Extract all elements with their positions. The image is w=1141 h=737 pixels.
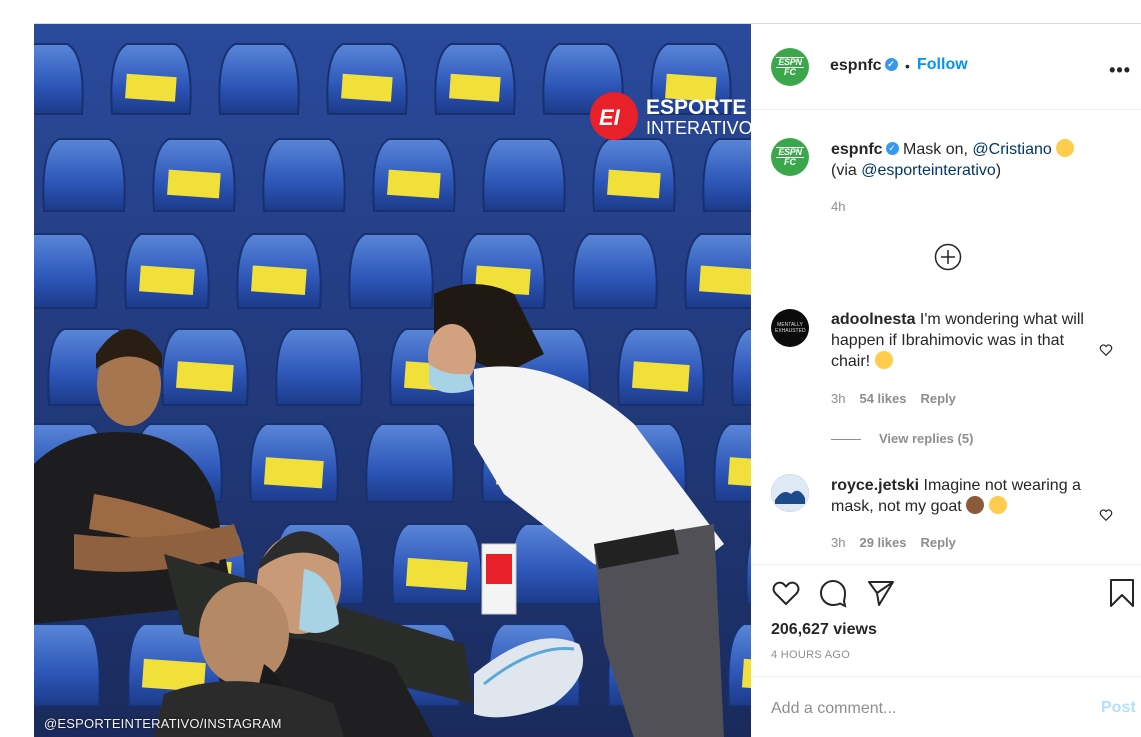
- commenter-avatar[interactable]: MENTALLY EXHAUSTED: [771, 309, 809, 347]
- verified-icon: ✓: [885, 142, 899, 156]
- person-emoji-icon: [966, 496, 985, 514]
- stadium-photo: EI ESPORTE INTERATIVO: [34, 24, 751, 737]
- author-username[interactable]: espnfc ✓: [830, 57, 898, 75]
- comments-section: ESPN FC espnfc ✓ Mask on, @Cristiano (via…: [751, 111, 1141, 563]
- comment-text: royce.jetski Imagine not wearing a mask,…: [831, 475, 1091, 517]
- comment-username[interactable]: adoolnesta: [831, 311, 915, 328]
- svg-text:EI: EI: [599, 105, 621, 130]
- post-comment-button[interactable]: Post: [1101, 699, 1136, 717]
- like-comment-heart-icon[interactable]: [1099, 343, 1113, 357]
- instagram-post-view: EI ESPORTE INTERATIVO @ESPORTEINTERATIVO…: [0, 0, 1141, 737]
- post-timestamp[interactable]: 4 HOURS AGO: [771, 649, 850, 661]
- reply-button[interactable]: Reply: [920, 391, 955, 406]
- post-media[interactable]: EI ESPORTE INTERATIVO @ESPORTEINTERATIVO…: [34, 23, 751, 737]
- post-header: ESPN FC espnfc ✓ • Follow •••: [751, 24, 1141, 110]
- svg-text:ESPORTE: ESPORTE: [646, 96, 746, 119]
- post-details-panel: ESPN FC espnfc ✓ • Follow ••• ESPN FC esp…: [751, 23, 1141, 737]
- add-comment-bar: Post: [751, 676, 1141, 737]
- comment-meta: 3h 54 likes Reply: [831, 391, 956, 406]
- comment-icon[interactable]: [818, 578, 848, 608]
- caption-body: Mask on,: [903, 141, 973, 158]
- post-actions: 206,627 views 4 HOURS AGO: [751, 564, 1141, 676]
- heart-icon[interactable]: [771, 578, 801, 608]
- like-comment-heart-icon[interactable]: [1099, 508, 1113, 522]
- follow-button[interactable]: Follow: [917, 56, 968, 74]
- mention-link-2[interactable]: @esporteinterativo: [861, 162, 996, 179]
- mention-link[interactable]: @Cristiano: [972, 141, 1051, 158]
- thinking-face-emoji-icon: [874, 351, 893, 369]
- comment-time[interactable]: 3h: [831, 391, 845, 406]
- comment-likes[interactable]: 54 likes: [859, 391, 906, 406]
- author-avatar[interactable]: ESPN FC: [771, 48, 809, 86]
- caption-time[interactable]: 4h: [831, 199, 845, 214]
- comment-likes[interactable]: 29 likes: [859, 535, 906, 550]
- avatar-text-bottom: FC: [784, 67, 796, 77]
- reply-button[interactable]: Reply: [920, 535, 955, 550]
- svg-text:INTERATIVO: INTERATIVO: [646, 118, 751, 138]
- commenter-avatar[interactable]: [771, 474, 809, 512]
- add-circle-icon[interactable]: [934, 243, 962, 271]
- more-icon[interactable]: •••: [1109, 60, 1131, 81]
- masked-face-emoji-icon: [988, 496, 1007, 514]
- esporte-interativo-logo: EI ESPORTE INTERATIVO: [590, 92, 751, 140]
- replies-divider: [831, 439, 861, 441]
- caption-close: ): [995, 162, 1002, 179]
- media-watermark: @ESPORTEINTERATIVO/INSTAGRAM: [44, 716, 282, 731]
- bookmark-icon[interactable]: [1107, 578, 1137, 608]
- caption-avatar[interactable]: ESPN FC: [771, 138, 809, 176]
- share-icon[interactable]: [866, 578, 896, 608]
- verified-icon: ✓: [884, 58, 898, 72]
- avatar-caption: MENTALLY EXHAUSTED: [775, 322, 806, 334]
- avatar-text-bottom: FC: [784, 157, 796, 167]
- comment-meta: 3h 29 likes Reply: [831, 535, 956, 550]
- comment-time[interactable]: 3h: [831, 535, 845, 550]
- caption-username[interactable]: espnfc: [831, 141, 883, 158]
- author-username-text[interactable]: espnfc: [830, 57, 882, 74]
- view-count[interactable]: 206,627 views: [771, 621, 877, 639]
- comment-text: adoolnesta I'm wondering what will happe…: [831, 309, 1091, 372]
- header-separator: •: [905, 58, 910, 74]
- masked-face-emoji-icon: [1056, 139, 1075, 157]
- view-replies-label[interactable]: View replies (5): [879, 431, 973, 446]
- caption-via: (via: [831, 162, 862, 179]
- comment-input[interactable]: [771, 697, 1071, 721]
- caption-text: espnfc ✓ Mask on, @Cristiano (via @esport…: [831, 139, 1091, 181]
- comment-username[interactable]: royce.jetski: [831, 477, 919, 494]
- avatar-image: [771, 474, 809, 512]
- view-replies-button[interactable]: View replies (5): [831, 431, 973, 446]
